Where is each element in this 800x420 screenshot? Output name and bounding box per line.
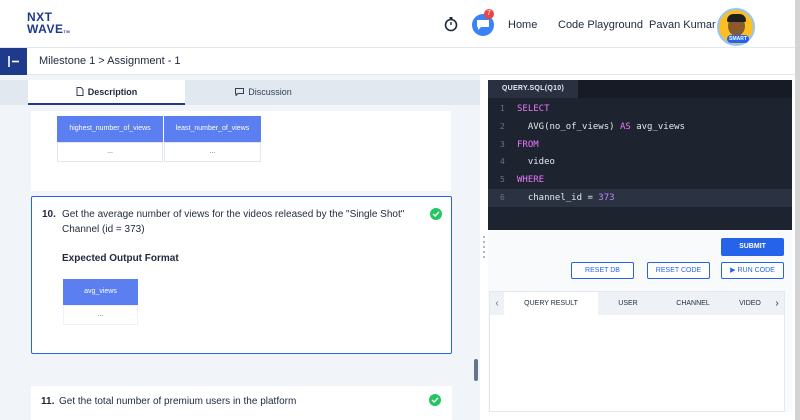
user-name[interactable]: Pavan Kumar bbox=[649, 19, 716, 31]
chevron-left-icon[interactable]: ‹ bbox=[490, 292, 504, 315]
editor-tab-bar: QUERY.SQL(Q10) bbox=[488, 80, 792, 98]
previous-question-card: highest_number_of_views least_number_of_… bbox=[31, 111, 451, 191]
pane-resize-handle[interactable] bbox=[483, 236, 486, 260]
play-icon: ▶ bbox=[730, 267, 736, 274]
question-card-11[interactable]: 11. Get the total number of premium user… bbox=[31, 386, 452, 420]
reset-code-button[interactable]: RESET CODE bbox=[647, 262, 710, 279]
collapse-icon bbox=[8, 56, 19, 67]
tab-description[interactable]: Description bbox=[28, 80, 185, 105]
table-header: highest_number_of_views bbox=[57, 116, 163, 142]
code-editor[interactable]: QUERY.SQL(Q10) 1 SELECT 2 AVG(no_of_view… bbox=[488, 80, 792, 230]
breadcrumb[interactable]: Milestone 1 > Assignment - 1 bbox=[39, 55, 181, 67]
tab-channel[interactable]: CHANNEL bbox=[658, 292, 728, 315]
code-line[interactable]: 5 WHERE bbox=[488, 171, 792, 189]
document-icon bbox=[76, 87, 84, 96]
description-pane: Description Discussion highest_number_of… bbox=[0, 75, 480, 420]
sidebar-toggle-button[interactable] bbox=[0, 48, 27, 75]
stopwatch-icon[interactable] bbox=[443, 16, 459, 32]
smart-badge: SMART bbox=[727, 35, 749, 43]
description-tabs: Description Discussion bbox=[0, 80, 480, 105]
breadcrumb-bar: Milestone 1 > Assignment - 1 bbox=[0, 48, 800, 75]
run-code-button[interactable]: ▶ RUN CODE bbox=[721, 262, 784, 279]
reset-db-button[interactable]: RESET DB bbox=[571, 262, 634, 279]
check-circle-icon bbox=[430, 208, 442, 220]
table-cell: ... bbox=[57, 142, 163, 162]
question-text: Get the average number of views for the … bbox=[62, 209, 405, 235]
tab-user[interactable]: USER bbox=[600, 292, 656, 315]
submit-button[interactable]: SUBMIT bbox=[721, 238, 784, 256]
comment-icon bbox=[235, 88, 245, 97]
table-cell: ... bbox=[164, 142, 261, 162]
window-edge bbox=[795, 0, 800, 420]
question-card-10[interactable]: 10. Get the average number of views for … bbox=[31, 196, 452, 354]
table-cell: ... bbox=[63, 305, 138, 325]
top-header: NXT WAVETM 7 Home Code Playground Pavan … bbox=[0, 0, 800, 48]
editor-file-tab[interactable]: QUERY.SQL(Q10) bbox=[488, 80, 578, 98]
tab-query-result[interactable]: QUERY RESULT bbox=[504, 292, 598, 315]
nxtwave-logo[interactable]: NXT WAVETM bbox=[27, 11, 77, 38]
tab-video[interactable]: VIDEO bbox=[730, 292, 770, 315]
notification-badge: 7 bbox=[484, 9, 494, 19]
chevron-right-icon[interactable]: › bbox=[770, 292, 784, 315]
code-line[interactable]: 4 video bbox=[488, 153, 792, 171]
code-line[interactable]: 2 AVG(no_of_views) AS avg_views bbox=[488, 118, 792, 136]
tab-discussion[interactable]: Discussion bbox=[185, 80, 342, 105]
question-number: 10. bbox=[42, 209, 56, 220]
code-line[interactable]: 1 SELECT bbox=[488, 100, 792, 118]
code-line[interactable]: 3 FROM bbox=[488, 136, 792, 154]
scrollbar-thumb[interactable] bbox=[474, 359, 478, 381]
expected-output-heading: Expected Output Format bbox=[62, 253, 179, 264]
result-tabs: ‹ QUERY RESULT USER CHANNEL VIDEO › bbox=[490, 292, 784, 315]
question-number: 11. bbox=[41, 396, 55, 407]
table-header: least_number_of_views bbox=[164, 116, 261, 142]
nav-code-playground-link[interactable]: Code Playground bbox=[558, 19, 643, 31]
table-header: avg_views bbox=[63, 279, 138, 305]
query-result-panel: ‹ QUERY RESULT USER CHANNEL VIDEO › bbox=[489, 291, 785, 412]
question-text: Get the total number of premium users in… bbox=[59, 396, 297, 407]
code-line-active[interactable]: 6 channel_id = 373 bbox=[488, 189, 792, 207]
avatar-hair bbox=[727, 14, 746, 22]
check-circle-icon bbox=[429, 394, 441, 406]
nav-home-link[interactable]: Home bbox=[508, 19, 537, 31]
code-pane: QUERY.SQL(Q10) 1 SELECT 2 AVG(no_of_view… bbox=[488, 80, 792, 412]
